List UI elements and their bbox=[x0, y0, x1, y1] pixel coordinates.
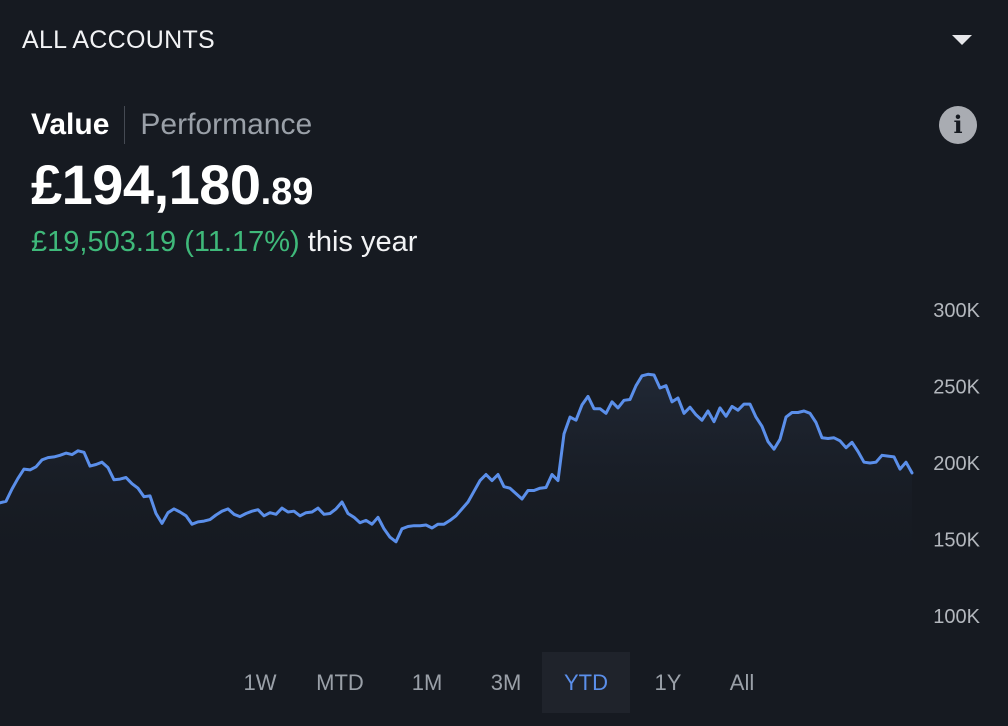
account-selector-label: ALL ACCOUNTS bbox=[22, 26, 216, 54]
info-icon[interactable]: i bbox=[939, 106, 977, 144]
tab-divider bbox=[124, 106, 126, 144]
value-area-fill bbox=[0, 374, 912, 580]
portfolio-value-main: £194,180 bbox=[31, 153, 261, 216]
value-chart[interactable]: 300K 250K 200K 150K 100K bbox=[0, 290, 1008, 642]
range-1w-button[interactable]: 1W bbox=[224, 652, 296, 713]
account-selector[interactable]: ALL ACCOUNTS bbox=[0, 0, 1008, 82]
y-axis-tick-label: 100K bbox=[933, 606, 980, 628]
portfolio-screen: ALL ACCOUNTS Value Performance i £194,18… bbox=[0, 0, 1008, 726]
year-change-suffix: this year bbox=[307, 226, 418, 258]
tab-performance[interactable]: Performance bbox=[140, 106, 312, 144]
range-1m-button[interactable]: 1M bbox=[384, 652, 470, 713]
y-axis-tick-label: 250K bbox=[933, 377, 980, 399]
range-all-button[interactable]: All bbox=[706, 652, 778, 713]
range-mtd-button[interactable]: MTD bbox=[296, 652, 384, 713]
dropdown-arrow-icon[interactable] bbox=[952, 35, 972, 45]
y-axis-tick-label: 300K bbox=[933, 300, 980, 322]
range-ytd-button[interactable]: YTD bbox=[542, 652, 630, 713]
year-change: £19,503.19 (11.17%) this year bbox=[31, 226, 417, 259]
y-axis-tick-label: 200K bbox=[933, 453, 980, 475]
portfolio-value-pence: .89 bbox=[260, 171, 314, 213]
time-range-selector: 1W MTD 1M 3M YTD 1Y All bbox=[224, 652, 778, 713]
range-1y-button[interactable]: 1Y bbox=[630, 652, 706, 713]
year-change-amount: £19,503.19 (11.17%) bbox=[31, 226, 300, 258]
value-performance-tabs: Value Performance bbox=[31, 106, 312, 144]
range-3m-button[interactable]: 3M bbox=[470, 652, 542, 713]
portfolio-value: £194,180.89 bbox=[31, 152, 313, 217]
y-axis-tick-label: 150K bbox=[933, 530, 980, 552]
tab-value[interactable]: Value bbox=[31, 106, 109, 144]
